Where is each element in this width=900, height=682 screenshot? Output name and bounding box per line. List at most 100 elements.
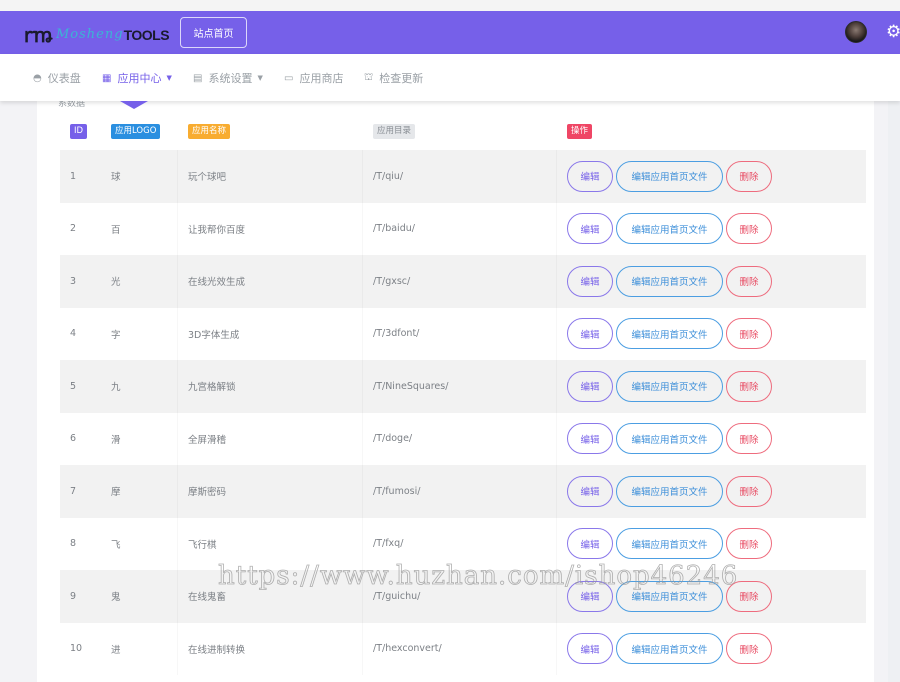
edit-button[interactable]: 编辑: [567, 265, 613, 297]
cell-name: 让我帮你百度: [188, 224, 246, 236]
grid-icon: ▦: [102, 72, 112, 84]
nav-item-label: 仪表盘: [47, 72, 81, 85]
column-divider: [177, 570, 178, 623]
logo-brand: Mosheng: [56, 27, 124, 42]
nav-item-label: 系统设置: [208, 72, 253, 85]
column-divider: [362, 150, 363, 203]
table-header: ID 应用LOGO 应用名称 应用目录 操作: [60, 110, 866, 150]
table-row: 1 球 玩个球吧 /T/qiu/ 编辑 编辑应用首页文件 删除: [60, 150, 866, 203]
column-divider: [556, 413, 557, 466]
edit-button[interactable]: 编辑: [567, 318, 613, 350]
edit-homepage-file-button[interactable]: 编辑应用首页文件: [616, 160, 723, 192]
edit-homepage-file-button[interactable]: 编辑应用首页文件: [616, 528, 723, 560]
edit-button[interactable]: 编辑: [567, 528, 613, 560]
column-divider: [556, 308, 557, 361]
delete-button[interactable]: 删除: [726, 633, 772, 665]
edit-button[interactable]: 编辑: [567, 213, 613, 245]
table-row: 8 飞 飞行棋 /T/fxq/ 编辑 编辑应用首页文件 删除: [60, 518, 866, 571]
edit-homepage-file-button[interactable]: 编辑应用首页文件: [616, 580, 723, 612]
nav-item-system-settings[interactable]: ▤ 系统设置 ▼: [193, 70, 263, 86]
gear-icon[interactable]: ⚙: [886, 20, 900, 44]
column-divider: [362, 203, 363, 256]
cell-logo: 滑: [111, 434, 121, 446]
delete-button[interactable]: 删除: [726, 370, 772, 402]
table-row: 6 滑 全屏滑稽 /T/doge/ 编辑 编辑应用首页文件 删除: [60, 413, 866, 466]
table-row: 9 鬼 在线鬼畜 /T/guichu/ 编辑 编辑应用首页文件 删除: [60, 570, 866, 623]
delete-button[interactable]: 删除: [726, 528, 772, 560]
edit-homepage-file-button[interactable]: 编辑应用首页文件: [616, 318, 723, 350]
cell-id: 8: [70, 538, 77, 550]
delete-button[interactable]: 删除: [726, 475, 772, 507]
edit-homepage-file-button[interactable]: 编辑应用首页文件: [616, 475, 723, 507]
column-divider: [556, 360, 557, 413]
cell-name: 摩斯密码: [188, 487, 227, 499]
delete-button[interactable]: 删除: [726, 213, 772, 245]
nav-item-dashboard[interactable]: ◓ 仪表盘: [33, 70, 81, 86]
column-divider: [556, 570, 557, 623]
cell-name: 玩个球吧: [188, 172, 227, 184]
caret-down-icon: ▼: [257, 74, 263, 82]
cell-id: 1: [70, 170, 77, 182]
header-logo: 应用LOGO: [111, 124, 161, 139]
apps-table: ID 应用LOGO 应用名称 应用目录 操作 1 球 玩个球吧 /T/qiu/ …: [60, 110, 866, 675]
cell-dir: /T/hexconvert/: [373, 643, 442, 655]
browser-top-strip: [0, 0, 900, 11]
laptop-icon: ▭: [284, 72, 294, 84]
cell-id: 3: [70, 275, 77, 287]
header-actions: 操作: [567, 124, 593, 139]
column-divider: [177, 203, 178, 256]
cell-name: 在线进制转换: [188, 644, 246, 656]
cell-name: 在线鬼畜: [188, 592, 227, 604]
nav-item-label: 应用中心: [117, 72, 162, 85]
column-divider: [362, 255, 363, 308]
edit-button[interactable]: 编辑: [567, 475, 613, 507]
site-home-button[interactable]: 站点首页: [180, 17, 247, 48]
cell-actions: 编辑 编辑应用首页文件 删除: [567, 570, 772, 623]
user-avatar[interactable]: [845, 21, 867, 43]
edit-button[interactable]: 编辑: [567, 633, 613, 665]
cell-id: 4: [70, 328, 77, 340]
table-row: 2 百 让我帮你百度 /T/baidu/ 编辑 编辑应用首页文件 删除: [60, 203, 866, 256]
delete-button[interactable]: 删除: [726, 423, 772, 455]
cell-logo: 百: [111, 224, 121, 236]
delete-button[interactable]: 删除: [726, 265, 772, 297]
dropdown-pointer: [120, 101, 148, 109]
cell-id: 9: [70, 590, 77, 602]
cell-dir: /T/guichu/: [373, 590, 421, 602]
cell-logo: 字: [111, 329, 121, 341]
logo-mark: ꭈꬺ: [24, 23, 52, 47]
delete-button[interactable]: 删除: [726, 318, 772, 350]
edit-homepage-file-button[interactable]: 编辑应用首页文件: [616, 370, 723, 402]
column-divider: [556, 203, 557, 256]
edit-button[interactable]: 编辑: [567, 370, 613, 402]
cell-dir: /T/3dfont/: [373, 328, 420, 340]
edit-homepage-file-button[interactable]: 编辑应用首页文件: [616, 633, 723, 665]
nav-item-app-center[interactable]: ▦ 应用中心 ▼: [102, 70, 172, 86]
cell-name: 3D字体生成: [188, 329, 240, 341]
table-row: 10 进 在线进制转换 /T/hexconvert/ 编辑 编辑应用首页文件 删…: [60, 623, 866, 676]
edit-button[interactable]: 编辑: [567, 423, 613, 455]
nav-item-app-store[interactable]: ▭ 应用商店: [284, 70, 343, 86]
column-divider: [362, 413, 363, 466]
delete-button[interactable]: 删除: [726, 160, 772, 192]
dashboard-icon: ◓: [33, 72, 42, 84]
edit-button[interactable]: 编辑: [567, 580, 613, 612]
edit-homepage-file-button[interactable]: 编辑应用首页文件: [616, 213, 723, 245]
cell-name: 飞行棋: [188, 539, 217, 551]
cell-dir: /T/doge/: [373, 433, 413, 445]
edit-button[interactable]: 编辑: [567, 160, 613, 192]
delete-button[interactable]: 删除: [726, 580, 772, 612]
column-divider: [556, 465, 557, 518]
cell-name: 全屏滑稽: [188, 434, 227, 446]
cell-dir: /T/qiu/: [373, 170, 404, 182]
cell-id: 10: [70, 643, 83, 655]
cell-id: 6: [70, 433, 77, 445]
top-bar: ꭈꬺ Mosheng TOOLS 站点首页 ⚙: [0, 11, 900, 54]
edit-homepage-file-button[interactable]: 编辑应用首页文件: [616, 265, 723, 297]
scrollbar-track[interactable]: [888, 101, 900, 682]
edit-homepage-file-button[interactable]: 编辑应用首页文件: [616, 423, 723, 455]
nav-item-label: 检查更新: [379, 72, 424, 85]
cell-id: 7: [70, 485, 77, 497]
logo[interactable]: ꭈꬺ Mosheng TOOLS: [24, 21, 170, 48]
nav-item-check-update[interactable]: ⛫ 检查更新: [364, 70, 423, 86]
